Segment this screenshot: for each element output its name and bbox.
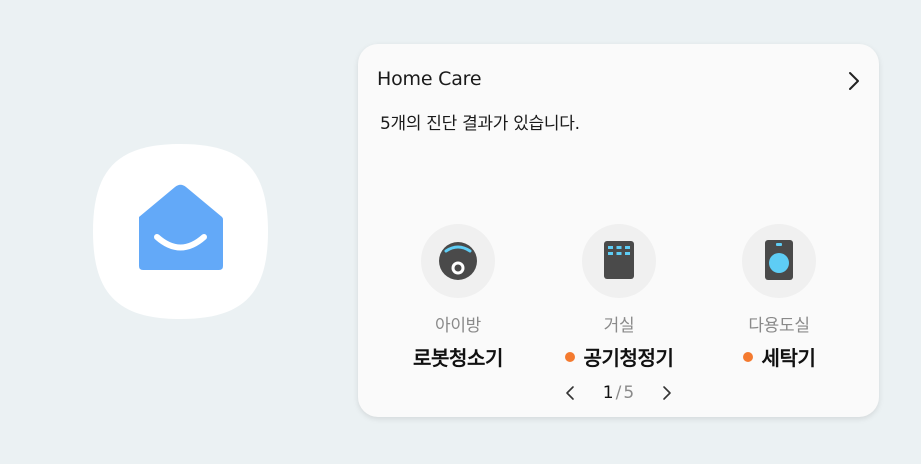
device-washing-machine[interactable]: 다용도실 세탁기	[699, 224, 859, 371]
device-name: 세탁기	[742, 342, 816, 371]
device-robot-vacuum[interactable]: 아이방 로봇청소기	[378, 224, 538, 371]
device-room-label: 다용도실	[748, 316, 810, 336]
pager-separator: /	[615, 383, 622, 403]
screen: Home Care 5개의 진단 결과가 있습니다. 아이방 로봇청소기 거실 …	[0, 0, 921, 464]
pager: 1 / 5	[358, 383, 879, 407]
home-care-icon	[93, 144, 268, 319]
chevron-right-icon[interactable]	[845, 70, 863, 92]
pager-current-page: 1	[602, 383, 614, 403]
device-room-label: 거실	[603, 316, 635, 336]
alert-dot	[742, 351, 753, 362]
chevron-left-icon[interactable]	[561, 383, 581, 403]
alert-dot	[564, 351, 575, 362]
home-care-widget[interactable]: Home Care 5개의 진단 결과가 있습니다. 아이방 로봇청소기 거실 …	[358, 44, 879, 417]
device-icon-circle	[421, 224, 495, 298]
device-name: 로봇청소기	[413, 342, 503, 371]
device-name-label: 세탁기	[761, 346, 816, 370]
air-purifier-icon	[604, 241, 634, 279]
diagnosis-summary: 5개의 진단 결과가 있습니다.	[380, 114, 580, 134]
device-room-label: 아이방	[434, 316, 482, 336]
device-name-label: 공기청정기	[583, 346, 674, 370]
device-icon-circle	[742, 224, 816, 298]
home-care-app-icon[interactable]	[93, 144, 268, 319]
pager-total-pages: 5	[623, 383, 635, 403]
washing-machine-icon	[765, 240, 793, 280]
chevron-right-icon[interactable]	[656, 383, 676, 403]
robot-vacuum-icon	[439, 242, 477, 280]
widget-title: Home Care	[377, 68, 482, 90]
device-name-label: 로봇청소기	[413, 346, 503, 370]
device-name: 공기청정기	[564, 342, 674, 371]
device-icon-circle	[582, 224, 656, 298]
device-air-purifier[interactable]: 거실 공기청정기	[539, 224, 699, 371]
